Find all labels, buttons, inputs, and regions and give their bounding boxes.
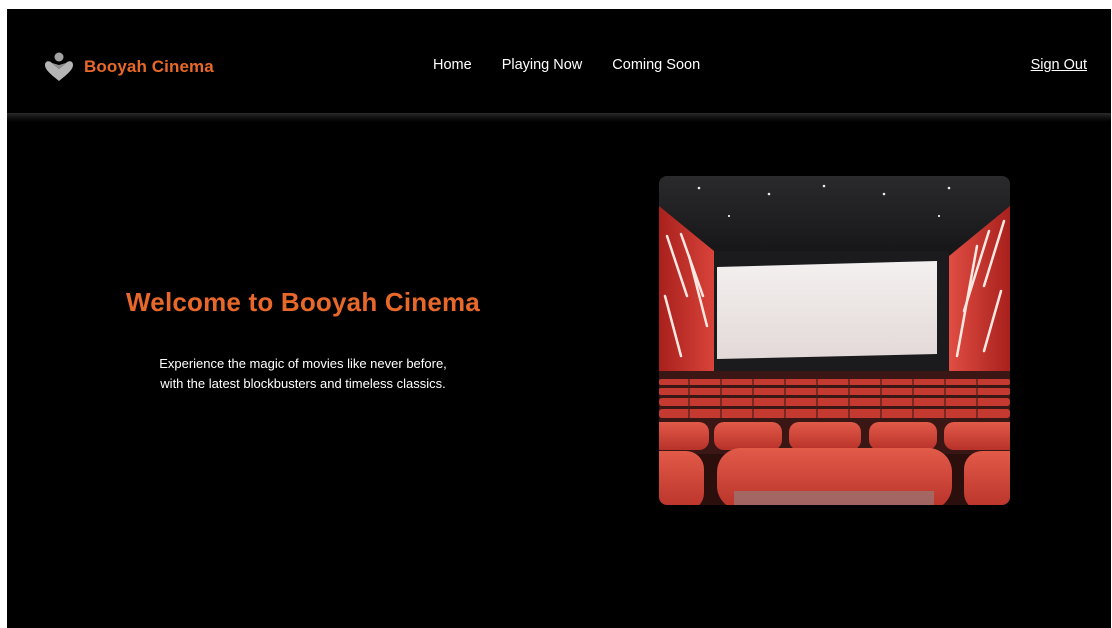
main-nav: Home Playing Now Coming Soon bbox=[433, 57, 700, 73]
hero-subtitle-line: Experience the magic of movies like neve… bbox=[159, 356, 447, 371]
seat-rows-back bbox=[659, 379, 1010, 418]
cinema-theater-image bbox=[659, 176, 1010, 505]
sign-out-link[interactable]: Sign Out bbox=[1031, 57, 1087, 73]
navbar-divider bbox=[7, 113, 1111, 122]
movie-screen bbox=[717, 261, 937, 359]
brand-link[interactable]: Booyah Cinema bbox=[42, 50, 214, 84]
app-frame: Booyah Cinema Home Playing Now Coming So… bbox=[7, 9, 1111, 628]
nav-playing-now-link[interactable]: Playing Now bbox=[502, 57, 583, 73]
nav-coming-soon-link[interactable]: Coming Soon bbox=[612, 57, 700, 73]
hero-text: Welcome to Booyah Cinema Experience the … bbox=[67, 287, 539, 394]
heart-hand-icon bbox=[45, 52, 73, 81]
nav-home-link[interactable]: Home bbox=[433, 57, 472, 73]
cinema-illustration bbox=[659, 176, 1010, 505]
hero-subtitle-line: with the latest blockbusters and timeles… bbox=[160, 376, 446, 391]
hero-subtitle: Experience the magic of movies like neve… bbox=[67, 354, 539, 394]
navbar: Booyah Cinema Home Playing Now Coming So… bbox=[7, 9, 1111, 113]
brand-name: Booyah Cinema bbox=[84, 57, 214, 76]
hero-title: Welcome to Booyah Cinema bbox=[126, 287, 480, 317]
